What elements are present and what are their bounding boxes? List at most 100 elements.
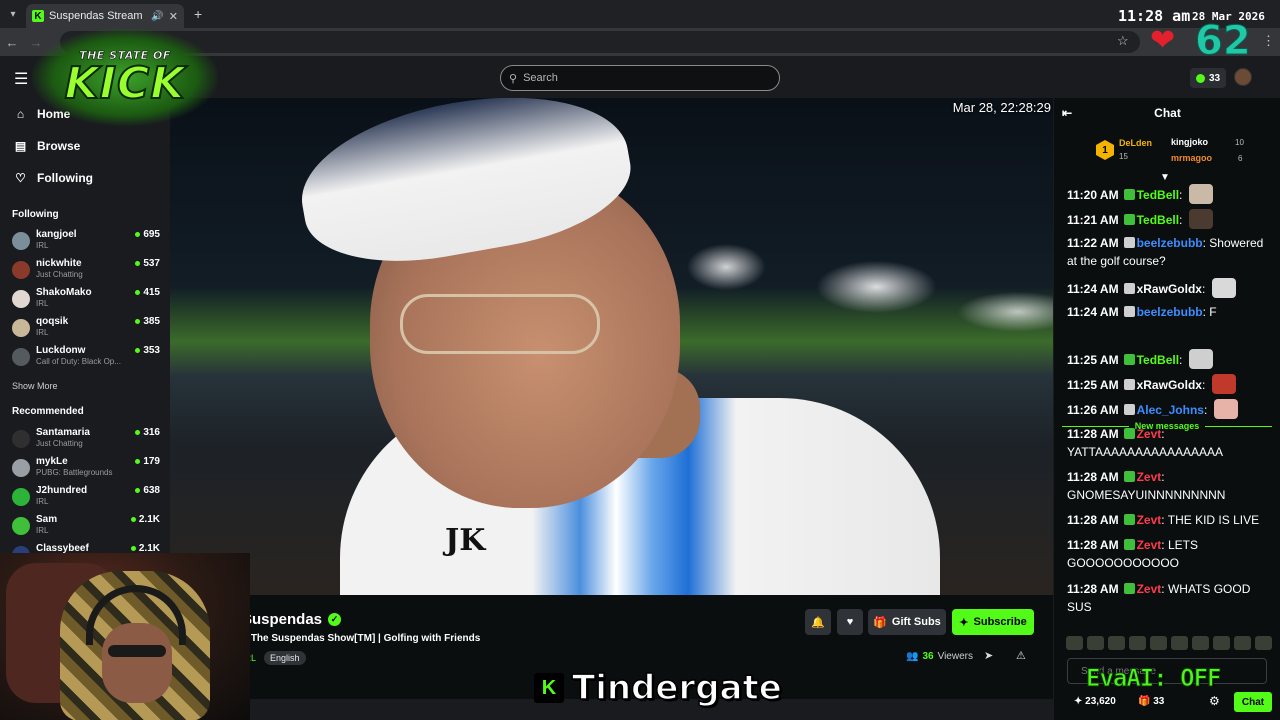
overlay-counter: 62 xyxy=(1195,18,1252,64)
message-text: YATTAAAAAAAAAAAAAAAA xyxy=(1067,445,1224,459)
channel-viewers: 695 xyxy=(135,229,160,240)
emote-image xyxy=(1188,349,1213,369)
sidebar-item-following[interactable]: ♡ Following xyxy=(14,171,93,185)
emote-icon[interactable] xyxy=(1171,636,1188,650)
channel-name: mykLe xyxy=(36,456,68,467)
message-user[interactable]: Zevt xyxy=(1137,427,1162,441)
speaker-icon[interactable]: 🔊 xyxy=(151,11,163,22)
emote-icon[interactable] xyxy=(1087,636,1104,650)
chat-message: 11:28 AM Zevt: WHATS GOOD SUS xyxy=(1067,582,1251,614)
webcam-overlay xyxy=(0,553,250,720)
report-icon[interactable]: ⚠ xyxy=(1016,649,1026,662)
sidebar-channel[interactable]: qoqsik IRL 385 xyxy=(12,316,160,342)
message-time: 11:20 AM xyxy=(1067,188,1119,202)
message-user[interactable]: beelzebubb xyxy=(1137,236,1203,250)
leader-name[interactable]: kingjoko xyxy=(1171,137,1208,147)
address-bar[interactable] xyxy=(60,31,1140,53)
heart-icon: ❤ xyxy=(1150,24,1176,57)
channel-avatar xyxy=(12,319,30,337)
emote-icon[interactable] xyxy=(1192,636,1209,650)
gift-count[interactable]: 🎁 33 xyxy=(1138,696,1164,707)
new-tab-button[interactable]: + xyxy=(194,6,202,22)
kick-coin-icon xyxy=(1195,73,1205,83)
close-tab-icon[interactable]: ✕ xyxy=(169,10,178,23)
sidebar-channel[interactable]: Luckdonw Call of Duty: Black Op... 353 xyxy=(12,345,160,371)
channel-avatar xyxy=(12,459,30,477)
emote-icon[interactable] xyxy=(1213,636,1230,650)
message-user[interactable]: Zevt xyxy=(1137,513,1162,527)
emote-image xyxy=(1211,374,1236,394)
sidebar-channel[interactable]: Santamaria Just Chatting 316 xyxy=(12,427,160,453)
subscribe-button[interactable]: ✦ Subscribe xyxy=(952,609,1034,635)
notification-bell-button[interactable]: 🔔 xyxy=(805,609,831,635)
leader-name[interactable]: DeLden xyxy=(1119,138,1152,148)
message-user[interactable]: TedBell xyxy=(1137,213,1179,227)
emote-icon[interactable] xyxy=(1108,636,1125,650)
emote-icon[interactable] xyxy=(1234,636,1251,650)
browser-tab[interactable]: K Suspendas Stream - Watch 🔊 ✕ xyxy=(26,4,184,28)
message-time: 11:24 AM xyxy=(1067,305,1119,319)
menu-icon[interactable]: ☰ xyxy=(14,69,28,89)
gear-icon[interactable]: ⚙ xyxy=(1209,694,1220,708)
pin-icon[interactable]: ▼ xyxy=(1160,172,1170,183)
tab-search-button[interactable]: ▾ xyxy=(0,0,26,28)
message-user[interactable]: beelzebubb xyxy=(1137,305,1203,319)
sidebar-item-label: Browse xyxy=(37,139,81,153)
emote-icon[interactable] xyxy=(1066,636,1083,650)
message-time: 11:28 AM xyxy=(1067,538,1119,552)
message-user[interactable]: Zevt xyxy=(1137,470,1162,484)
leader-name[interactable]: mrmagoo xyxy=(1171,153,1212,163)
collapse-chat-icon[interactable]: ⇤ xyxy=(1062,106,1072,120)
message-time: 11:26 AM xyxy=(1067,403,1119,417)
user-avatar[interactable] xyxy=(1234,68,1252,86)
browser-menu-icon[interactable]: ⋮ xyxy=(1262,33,1275,49)
leader-count: 6 xyxy=(1238,154,1243,163)
emote-icon[interactable] xyxy=(1129,636,1146,650)
message-user[interactable]: Zevt xyxy=(1137,582,1162,596)
logo-title: KICK xyxy=(64,57,186,109)
sidebar-channel[interactable]: Sam IRL 2.1K xyxy=(12,514,160,540)
gift-subs-button[interactable]: 🎁 Gift Subs xyxy=(868,609,946,635)
channel-name: J2hundred xyxy=(36,485,88,496)
sidebar-item-browse[interactable]: ▤ Browse xyxy=(14,139,81,153)
emote-icon[interactable] xyxy=(1255,636,1272,650)
language-tag[interactable]: English xyxy=(264,651,306,665)
leader-count: 10 xyxy=(1235,138,1244,147)
share-icon[interactable]: ➤ xyxy=(984,649,993,662)
chat-message: 11:22 AM beelzebubb: Showered at the golf… xyxy=(1067,236,1264,268)
back-arrow-icon[interactable]: ← xyxy=(0,35,24,50)
emote-icon[interactable] xyxy=(1150,636,1167,650)
kick-favicon-icon: K xyxy=(32,10,44,22)
sidebar-channel[interactable]: mykLe PUBG: Battlegrounds 179 xyxy=(12,456,160,482)
streamer-name[interactable]: Suspendas xyxy=(242,611,322,628)
bookmark-star-icon[interactable]: ☆ xyxy=(1117,33,1129,49)
channel-category: IRL xyxy=(36,526,49,535)
send-chat-button[interactable]: Chat xyxy=(1234,692,1272,712)
video-player[interactable]: JK Mar 28, 22:28:29 xyxy=(170,98,1053,595)
message-time: 11:28 AM xyxy=(1067,582,1119,596)
channel-name: nickwhite xyxy=(36,258,82,269)
follow-button[interactable]: ♥ xyxy=(837,609,863,635)
sidebar-channel[interactable]: ShakoMako IRL 415 xyxy=(12,287,160,313)
chat-message: 11:28 AM Zevt: THE KID IS LIVE xyxy=(1067,513,1260,527)
emote-image xyxy=(1211,278,1236,298)
kick-points-badge[interactable]: 33 xyxy=(1190,68,1226,88)
message-user[interactable]: xRawGoldx xyxy=(1137,282,1202,296)
message-time: 11:28 AM xyxy=(1067,427,1119,441)
message-user[interactable]: TedBell xyxy=(1137,353,1179,367)
message-user[interactable]: Alec_Johns xyxy=(1137,403,1204,417)
message-user[interactable]: Zevt xyxy=(1137,538,1162,552)
channel-viewers: 2.1K xyxy=(131,514,160,525)
channel-points[interactable]: ✦ 23,620 xyxy=(1074,696,1116,707)
channel-category: Just Chatting xyxy=(36,439,83,448)
viewers-icon: 👥 xyxy=(906,651,919,662)
gift-icon: 🎁 xyxy=(873,616,887,629)
message-user[interactable]: TedBell xyxy=(1137,188,1179,202)
channel-viewers: 638 xyxy=(135,485,160,496)
search-input[interactable]: ⚲ Search xyxy=(500,65,780,91)
message-user[interactable]: xRawGoldx xyxy=(1137,378,1202,392)
sidebar-channel[interactable]: J2hundred IRL 638 xyxy=(12,485,160,511)
show-more-link[interactable]: Show More xyxy=(12,381,58,391)
sidebar-channel[interactable]: kangjoel IRL 695 xyxy=(12,229,160,255)
sidebar-channel[interactable]: nickwhite Just Chatting 537 xyxy=(12,258,160,284)
